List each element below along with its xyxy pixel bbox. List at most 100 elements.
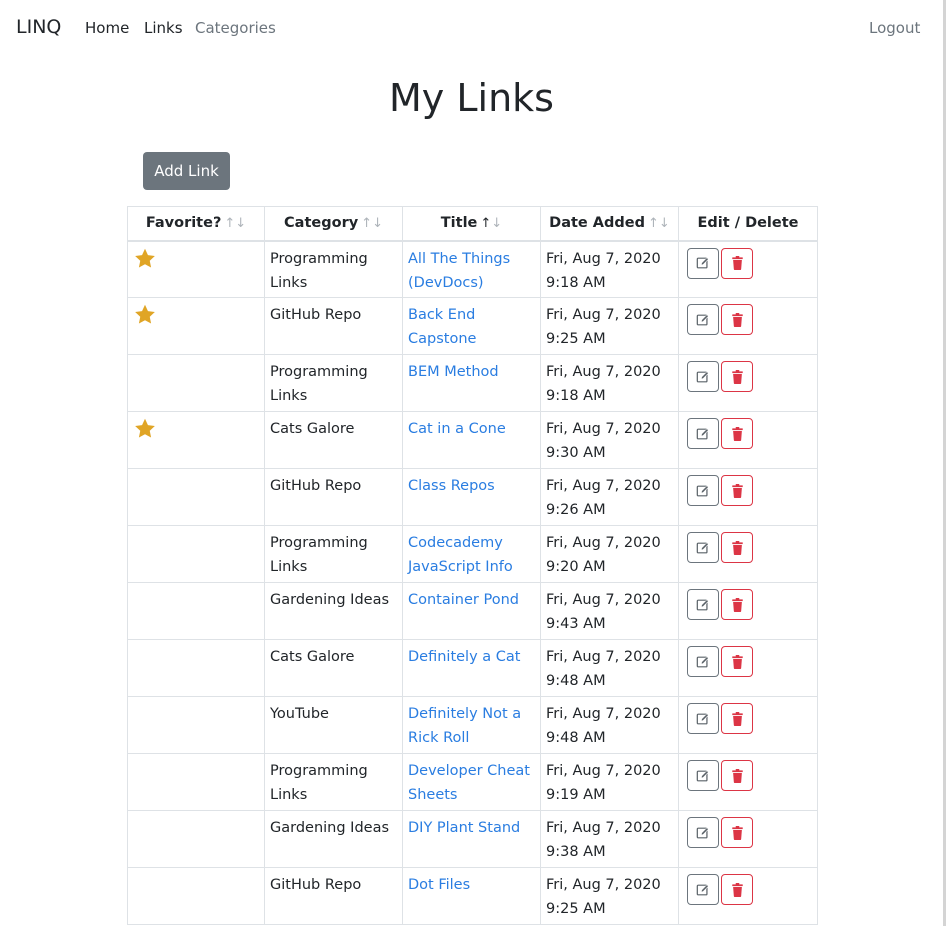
actions-cell bbox=[678, 867, 818, 925]
trash-icon bbox=[731, 711, 743, 726]
delete-button[interactable] bbox=[721, 874, 753, 905]
actions-cell bbox=[678, 696, 818, 754]
time-text: 9:38 AM bbox=[546, 844, 606, 860]
time-text: 9:48 AM bbox=[546, 730, 606, 746]
edit-button[interactable] bbox=[687, 874, 719, 905]
add-link-button[interactable]: Add Link bbox=[143, 152, 230, 190]
link-title[interactable]: Codecademy JavaScript Info bbox=[408, 535, 513, 575]
actions-cell bbox=[678, 753, 818, 811]
link-title[interactable]: DIY Plant Stand bbox=[408, 820, 520, 836]
delete-button[interactable] bbox=[721, 475, 753, 506]
date-text: Fri, Aug 7, 2020 bbox=[546, 592, 661, 608]
trash-icon bbox=[731, 426, 743, 441]
delete-button[interactable] bbox=[721, 361, 753, 392]
favorite-cell bbox=[127, 525, 265, 583]
title-cell: BEM Method bbox=[402, 354, 541, 412]
delete-button[interactable] bbox=[721, 418, 753, 449]
category-cell: Programming Links bbox=[264, 240, 403, 298]
link-title[interactable]: Definitely Not a Rick Roll bbox=[408, 706, 521, 746]
category-cell: GitHub Repo bbox=[264, 468, 403, 526]
edit-button[interactable] bbox=[687, 247, 719, 279]
edit-button[interactable] bbox=[687, 817, 719, 848]
table-row: Programming Links BEM Method Fri, Aug 7,… bbox=[127, 354, 818, 412]
favorite-cell bbox=[127, 240, 265, 298]
edit-icon bbox=[696, 257, 709, 269]
column-header-category[interactable]: Category ↑↓ bbox=[264, 206, 403, 242]
nav-categories-link[interactable]: Categories bbox=[195, 19, 276, 37]
column-label: Favorite? bbox=[145, 215, 222, 232]
column-header-date-added[interactable]: Date Added ↑↓ bbox=[540, 206, 679, 242]
delete-button[interactable] bbox=[721, 760, 753, 791]
category-cell: GitHub Repo bbox=[264, 297, 403, 355]
favorite-cell bbox=[127, 753, 265, 811]
favorite-cell bbox=[127, 639, 265, 697]
actions-cell bbox=[678, 582, 818, 640]
column-label: Date Added bbox=[549, 215, 646, 232]
favorite-cell bbox=[127, 810, 265, 868]
link-title[interactable]: All The Things (DevDocs) bbox=[408, 251, 510, 291]
link-title[interactable]: Class Repos bbox=[408, 478, 495, 494]
table-row: Programming Links Developer Cheat Sheets… bbox=[127, 753, 818, 811]
star-icon[interactable] bbox=[133, 417, 157, 441]
edit-button[interactable] bbox=[687, 760, 719, 791]
edit-button[interactable] bbox=[687, 475, 719, 506]
delete-button[interactable] bbox=[721, 589, 753, 620]
edit-button[interactable] bbox=[687, 304, 719, 335]
delete-button[interactable] bbox=[721, 304, 753, 335]
title-cell: Definitely Not a Rick Roll bbox=[402, 696, 541, 754]
link-title[interactable]: Definitely a Cat bbox=[408, 649, 520, 665]
delete-button[interactable] bbox=[721, 817, 753, 848]
edit-icon bbox=[696, 655, 709, 667]
star-icon[interactable] bbox=[133, 303, 157, 327]
delete-button[interactable] bbox=[721, 703, 753, 734]
date-added-cell: Fri, Aug 7, 2020 9:43 AM bbox=[540, 582, 679, 640]
column-header-favorite[interactable]: Favorite? ↑↓ bbox=[127, 206, 265, 242]
link-title[interactable]: BEM Method bbox=[408, 364, 499, 380]
edit-button[interactable] bbox=[687, 361, 719, 392]
edit-icon bbox=[696, 712, 709, 724]
table-row: GitHub Repo Back End Capstone Fri, Aug 7… bbox=[127, 297, 818, 355]
navbar: LINQ Home Links Categories Logout bbox=[0, 0, 943, 58]
delete-button[interactable] bbox=[721, 646, 753, 677]
category-cell: GitHub Repo bbox=[264, 867, 403, 925]
delete-button[interactable] bbox=[721, 247, 753, 279]
nav-home-link[interactable]: Home bbox=[85, 19, 129, 37]
title-cell: Container Pond bbox=[402, 582, 541, 640]
table-row: Gardening Ideas Container Pond Fri, Aug … bbox=[127, 582, 818, 640]
logout-link[interactable]: Logout bbox=[869, 19, 920, 37]
actions-cell bbox=[678, 411, 818, 469]
link-title[interactable]: Developer Cheat Sheets bbox=[408, 763, 530, 803]
link-title[interactable]: Dot Files bbox=[408, 877, 470, 893]
link-title[interactable]: Container Pond bbox=[408, 592, 519, 608]
favorite-cell bbox=[127, 468, 265, 526]
sort-down-arrow: ↓ bbox=[491, 216, 503, 232]
favorite-cell bbox=[127, 696, 265, 754]
column-label: Edit / Delete bbox=[697, 215, 799, 232]
time-text: 9:43 AM bbox=[546, 616, 606, 632]
link-title[interactable]: Cat in a Cone bbox=[408, 421, 506, 437]
edit-button[interactable] bbox=[687, 703, 719, 734]
delete-button[interactable] bbox=[721, 532, 753, 563]
column-label: Category bbox=[284, 215, 359, 232]
title-cell: Dot Files bbox=[402, 867, 541, 925]
time-text: 9:48 AM bbox=[546, 673, 606, 689]
column-header-title[interactable]: Title ↑↓ bbox=[402, 206, 541, 242]
edit-icon bbox=[696, 826, 709, 838]
actions-cell bbox=[678, 240, 818, 298]
edit-button[interactable] bbox=[687, 418, 719, 449]
favorite-cell bbox=[127, 354, 265, 412]
date-text: Fri, Aug 7, 2020 bbox=[546, 478, 661, 494]
links-table: Favorite? ↑↓ Category ↑↓ Title ↑↓ Date Adde… bbox=[127, 206, 818, 925]
edit-icon bbox=[696, 313, 709, 325]
title-cell: Cat in a Cone bbox=[402, 411, 541, 469]
title-cell: Definitely a Cat bbox=[402, 639, 541, 697]
date-text: Fri, Aug 7, 2020 bbox=[546, 250, 661, 267]
edit-button[interactable] bbox=[687, 589, 719, 620]
star-icon[interactable] bbox=[133, 247, 157, 271]
link-title[interactable]: Back End Capstone bbox=[408, 307, 476, 347]
brand-logo[interactable]: LINQ bbox=[16, 16, 61, 38]
edit-button[interactable] bbox=[687, 532, 719, 563]
nav-links-link[interactable]: Links bbox=[144, 19, 183, 37]
edit-button[interactable] bbox=[687, 646, 719, 677]
trash-icon bbox=[731, 768, 743, 783]
